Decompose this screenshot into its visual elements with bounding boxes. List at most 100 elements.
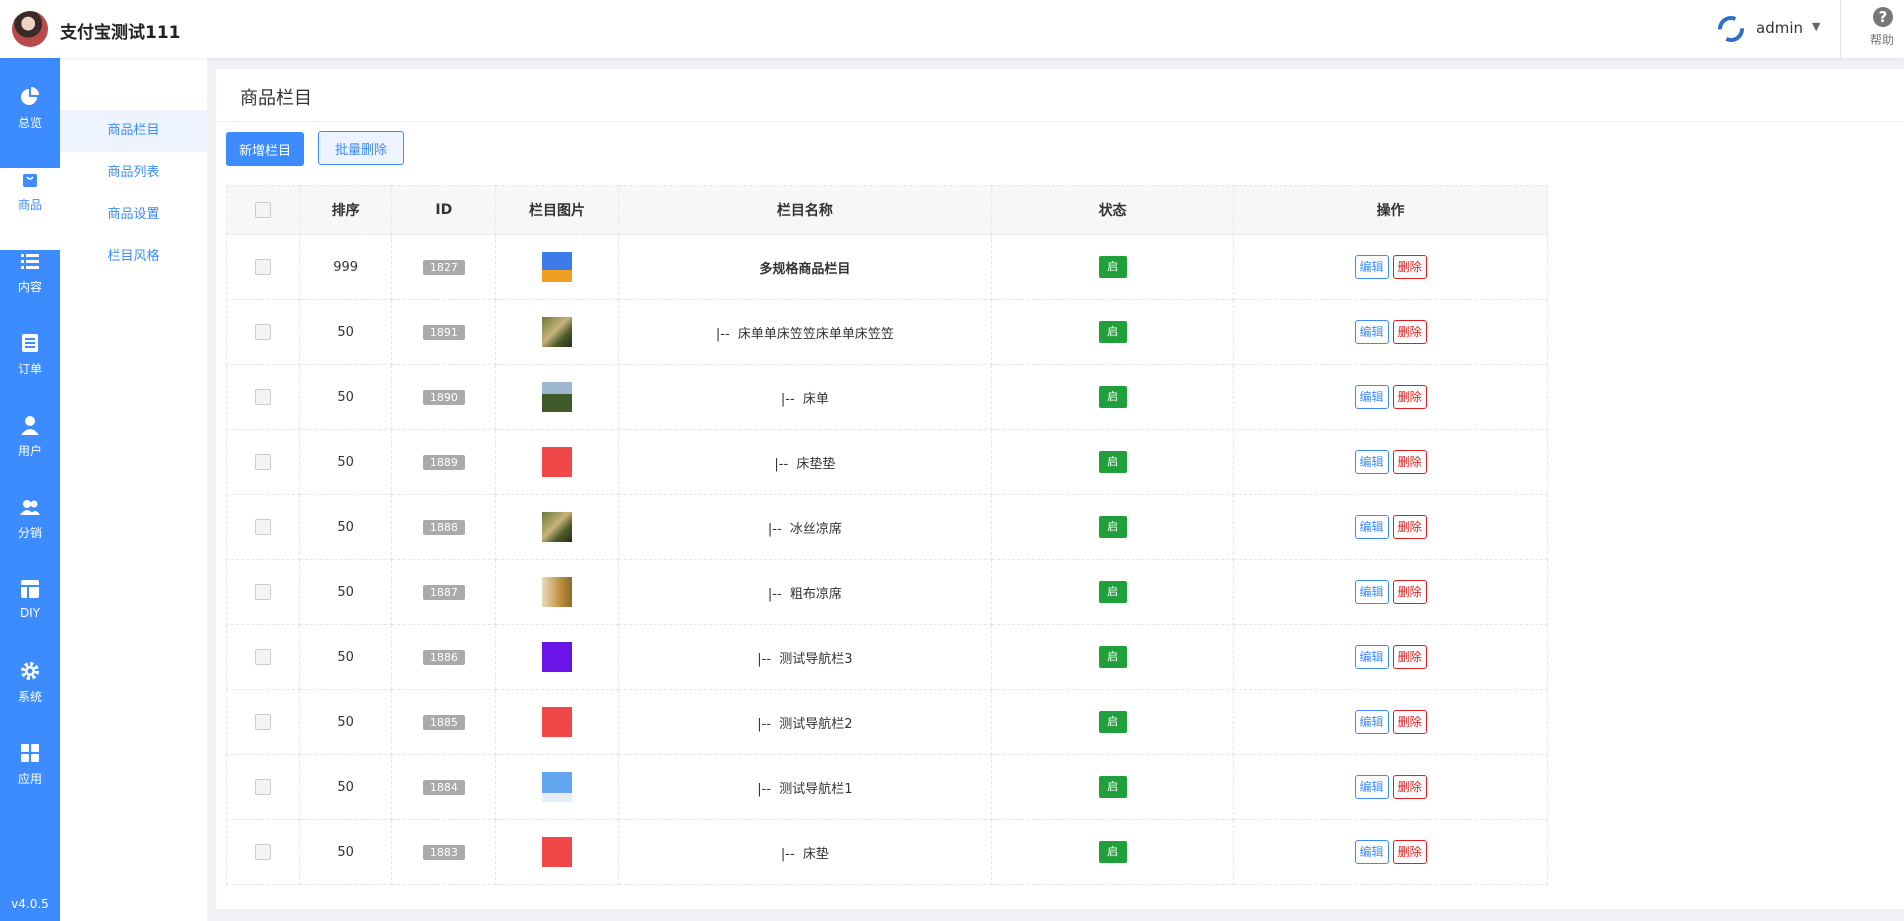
header-select-all[interactable] bbox=[226, 185, 300, 235]
category-thumbnail[interactable] bbox=[542, 317, 573, 347]
help-icon[interactable]: ? bbox=[1873, 7, 1893, 27]
row-actions-cell: 编辑 删除 bbox=[1233, 624, 1548, 690]
subnav-item-goods-settings[interactable]: 商品设置 bbox=[60, 194, 207, 236]
row-checkbox[interactable] bbox=[254, 519, 271, 535]
table-row: 50 1890 |-- 床单 启 编辑 删除 bbox=[226, 364, 1548, 430]
nav-item-distribution[interactable]: 分销 bbox=[0, 496, 60, 578]
category-thumbnail[interactable] bbox=[542, 382, 573, 412]
table-header-row: 排序 ID 栏目图片 栏目名称 状态 操作 bbox=[226, 185, 1548, 235]
nav-item-system[interactable]: 系统 bbox=[0, 660, 60, 742]
row-select-cell[interactable] bbox=[226, 494, 300, 560]
row-select-cell[interactable] bbox=[226, 689, 300, 755]
id-badge: 1827 bbox=[422, 259, 465, 275]
nav-item-apps[interactable]: 应用 bbox=[0, 742, 60, 824]
row-checkbox[interactable] bbox=[254, 324, 271, 340]
edit-button[interactable]: 编辑 bbox=[1354, 645, 1389, 669]
row-checkbox[interactable] bbox=[254, 649, 271, 665]
nav-item-orders[interactable]: 订单 bbox=[0, 332, 60, 414]
row-checkbox[interactable] bbox=[254, 844, 271, 860]
row-status-cell: 启 bbox=[991, 234, 1235, 300]
row-select-cell[interactable] bbox=[226, 559, 300, 625]
caret-down-icon[interactable]: ▼ bbox=[1812, 20, 1820, 33]
status-badge[interactable]: 启 bbox=[1098, 841, 1127, 863]
nav-item-overview[interactable]: 总览 bbox=[0, 86, 60, 168]
status-badge[interactable]: 启 bbox=[1098, 581, 1127, 603]
nav-item-users[interactable]: 用户 bbox=[0, 414, 60, 496]
edit-button[interactable]: 编辑 bbox=[1354, 710, 1389, 734]
row-select-cell[interactable] bbox=[226, 364, 300, 430]
subnav-item-goods-list[interactable]: 商品列表 bbox=[60, 152, 207, 194]
edit-button[interactable]: 编辑 bbox=[1354, 255, 1389, 279]
edit-button[interactable]: 编辑 bbox=[1354, 450, 1389, 474]
nav-item-content[interactable]: 内容 bbox=[0, 250, 60, 332]
status-badge[interactable]: 启 bbox=[1098, 516, 1127, 538]
row-actions-cell: 编辑 删除 bbox=[1233, 494, 1548, 560]
version-label: v4.0.5 bbox=[11, 897, 49, 911]
row-select-cell[interactable] bbox=[226, 299, 300, 365]
row-id-cell: 1883 bbox=[391, 819, 497, 885]
delete-button[interactable]: 删除 bbox=[1392, 710, 1427, 734]
edit-button[interactable]: 编辑 bbox=[1354, 580, 1389, 604]
row-actions-cell: 编辑 删除 bbox=[1233, 819, 1548, 885]
select-all-checkbox[interactable] bbox=[254, 202, 271, 218]
help-label[interactable]: 帮助 bbox=[1870, 31, 1894, 48]
category-thumbnail[interactable] bbox=[542, 707, 573, 737]
delete-button[interactable]: 删除 bbox=[1392, 515, 1427, 539]
status-badge[interactable]: 启 bbox=[1098, 776, 1127, 798]
row-sort: 50 bbox=[298, 299, 393, 365]
category-thumbnail[interactable] bbox=[542, 642, 573, 672]
subnav-item-categories[interactable]: 商品栏目 bbox=[60, 110, 207, 152]
delete-button[interactable]: 删除 bbox=[1392, 840, 1427, 864]
nav-item-diy[interactable]: DIY bbox=[0, 578, 60, 660]
category-thumbnail[interactable] bbox=[542, 512, 573, 542]
row-select-cell[interactable] bbox=[226, 234, 300, 300]
status-badge[interactable]: 启 bbox=[1098, 711, 1127, 733]
row-sort: 50 bbox=[298, 689, 393, 755]
delete-button[interactable]: 删除 bbox=[1392, 255, 1427, 279]
subnav-item-category-style[interactable]: 栏目风格 bbox=[60, 236, 207, 278]
row-checkbox[interactable] bbox=[254, 779, 271, 795]
edit-button[interactable]: 编辑 bbox=[1354, 515, 1389, 539]
content-card: 商品栏目 新增栏目 批量删除 排序 ID 栏目图片 栏目名称 状态 操作 999… bbox=[216, 69, 1904, 909]
delete-button[interactable]: 删除 bbox=[1392, 645, 1427, 669]
category-thumbnail[interactable] bbox=[542, 252, 573, 282]
edit-button[interactable]: 编辑 bbox=[1354, 320, 1389, 344]
edit-button[interactable]: 编辑 bbox=[1354, 775, 1389, 799]
delete-button[interactable]: 删除 bbox=[1392, 385, 1427, 409]
row-checkbox[interactable] bbox=[254, 389, 271, 405]
category-thumbnail[interactable] bbox=[542, 772, 573, 802]
row-checkbox[interactable] bbox=[254, 714, 271, 730]
status-badge[interactable]: 启 bbox=[1098, 256, 1127, 278]
delete-button[interactable]: 删除 bbox=[1392, 450, 1427, 474]
row-name: |-- 测试导航栏1 bbox=[617, 754, 993, 820]
batch-delete-button[interactable]: 批量删除 bbox=[318, 131, 404, 165]
category-thumbnail[interactable] bbox=[542, 837, 573, 867]
row-status-cell: 启 bbox=[991, 559, 1235, 625]
shop-avatar[interactable] bbox=[12, 11, 48, 47]
category-thumbnail[interactable] bbox=[542, 447, 573, 477]
status-badge[interactable]: 启 bbox=[1098, 321, 1127, 343]
status-badge[interactable]: 启 bbox=[1098, 386, 1127, 408]
user-name[interactable]: admin bbox=[1756, 19, 1803, 37]
row-select-cell[interactable] bbox=[226, 429, 300, 495]
edit-button[interactable]: 编辑 bbox=[1354, 840, 1389, 864]
row-select-cell[interactable] bbox=[226, 754, 300, 820]
delete-button[interactable]: 删除 bbox=[1392, 580, 1427, 604]
row-checkbox[interactable] bbox=[254, 584, 271, 600]
row-id-cell: 1891 bbox=[391, 299, 497, 365]
row-checkbox[interactable] bbox=[254, 454, 271, 470]
row-image-cell bbox=[495, 299, 619, 365]
header-status: 状态 bbox=[991, 185, 1235, 235]
row-select-cell[interactable] bbox=[226, 819, 300, 885]
row-select-cell[interactable] bbox=[226, 624, 300, 690]
delete-button[interactable]: 删除 bbox=[1392, 320, 1427, 344]
category-thumbnail[interactable] bbox=[542, 577, 573, 607]
nav-item-goods[interactable]: 商品 bbox=[0, 168, 60, 250]
row-name: |-- 床单 bbox=[617, 364, 993, 430]
status-badge[interactable]: 启 bbox=[1098, 451, 1127, 473]
row-checkbox[interactable] bbox=[254, 259, 271, 275]
delete-button[interactable]: 删除 bbox=[1392, 775, 1427, 799]
status-badge[interactable]: 启 bbox=[1098, 646, 1127, 668]
add-category-button[interactable]: 新增栏目 bbox=[226, 132, 304, 166]
edit-button[interactable]: 编辑 bbox=[1354, 385, 1389, 409]
